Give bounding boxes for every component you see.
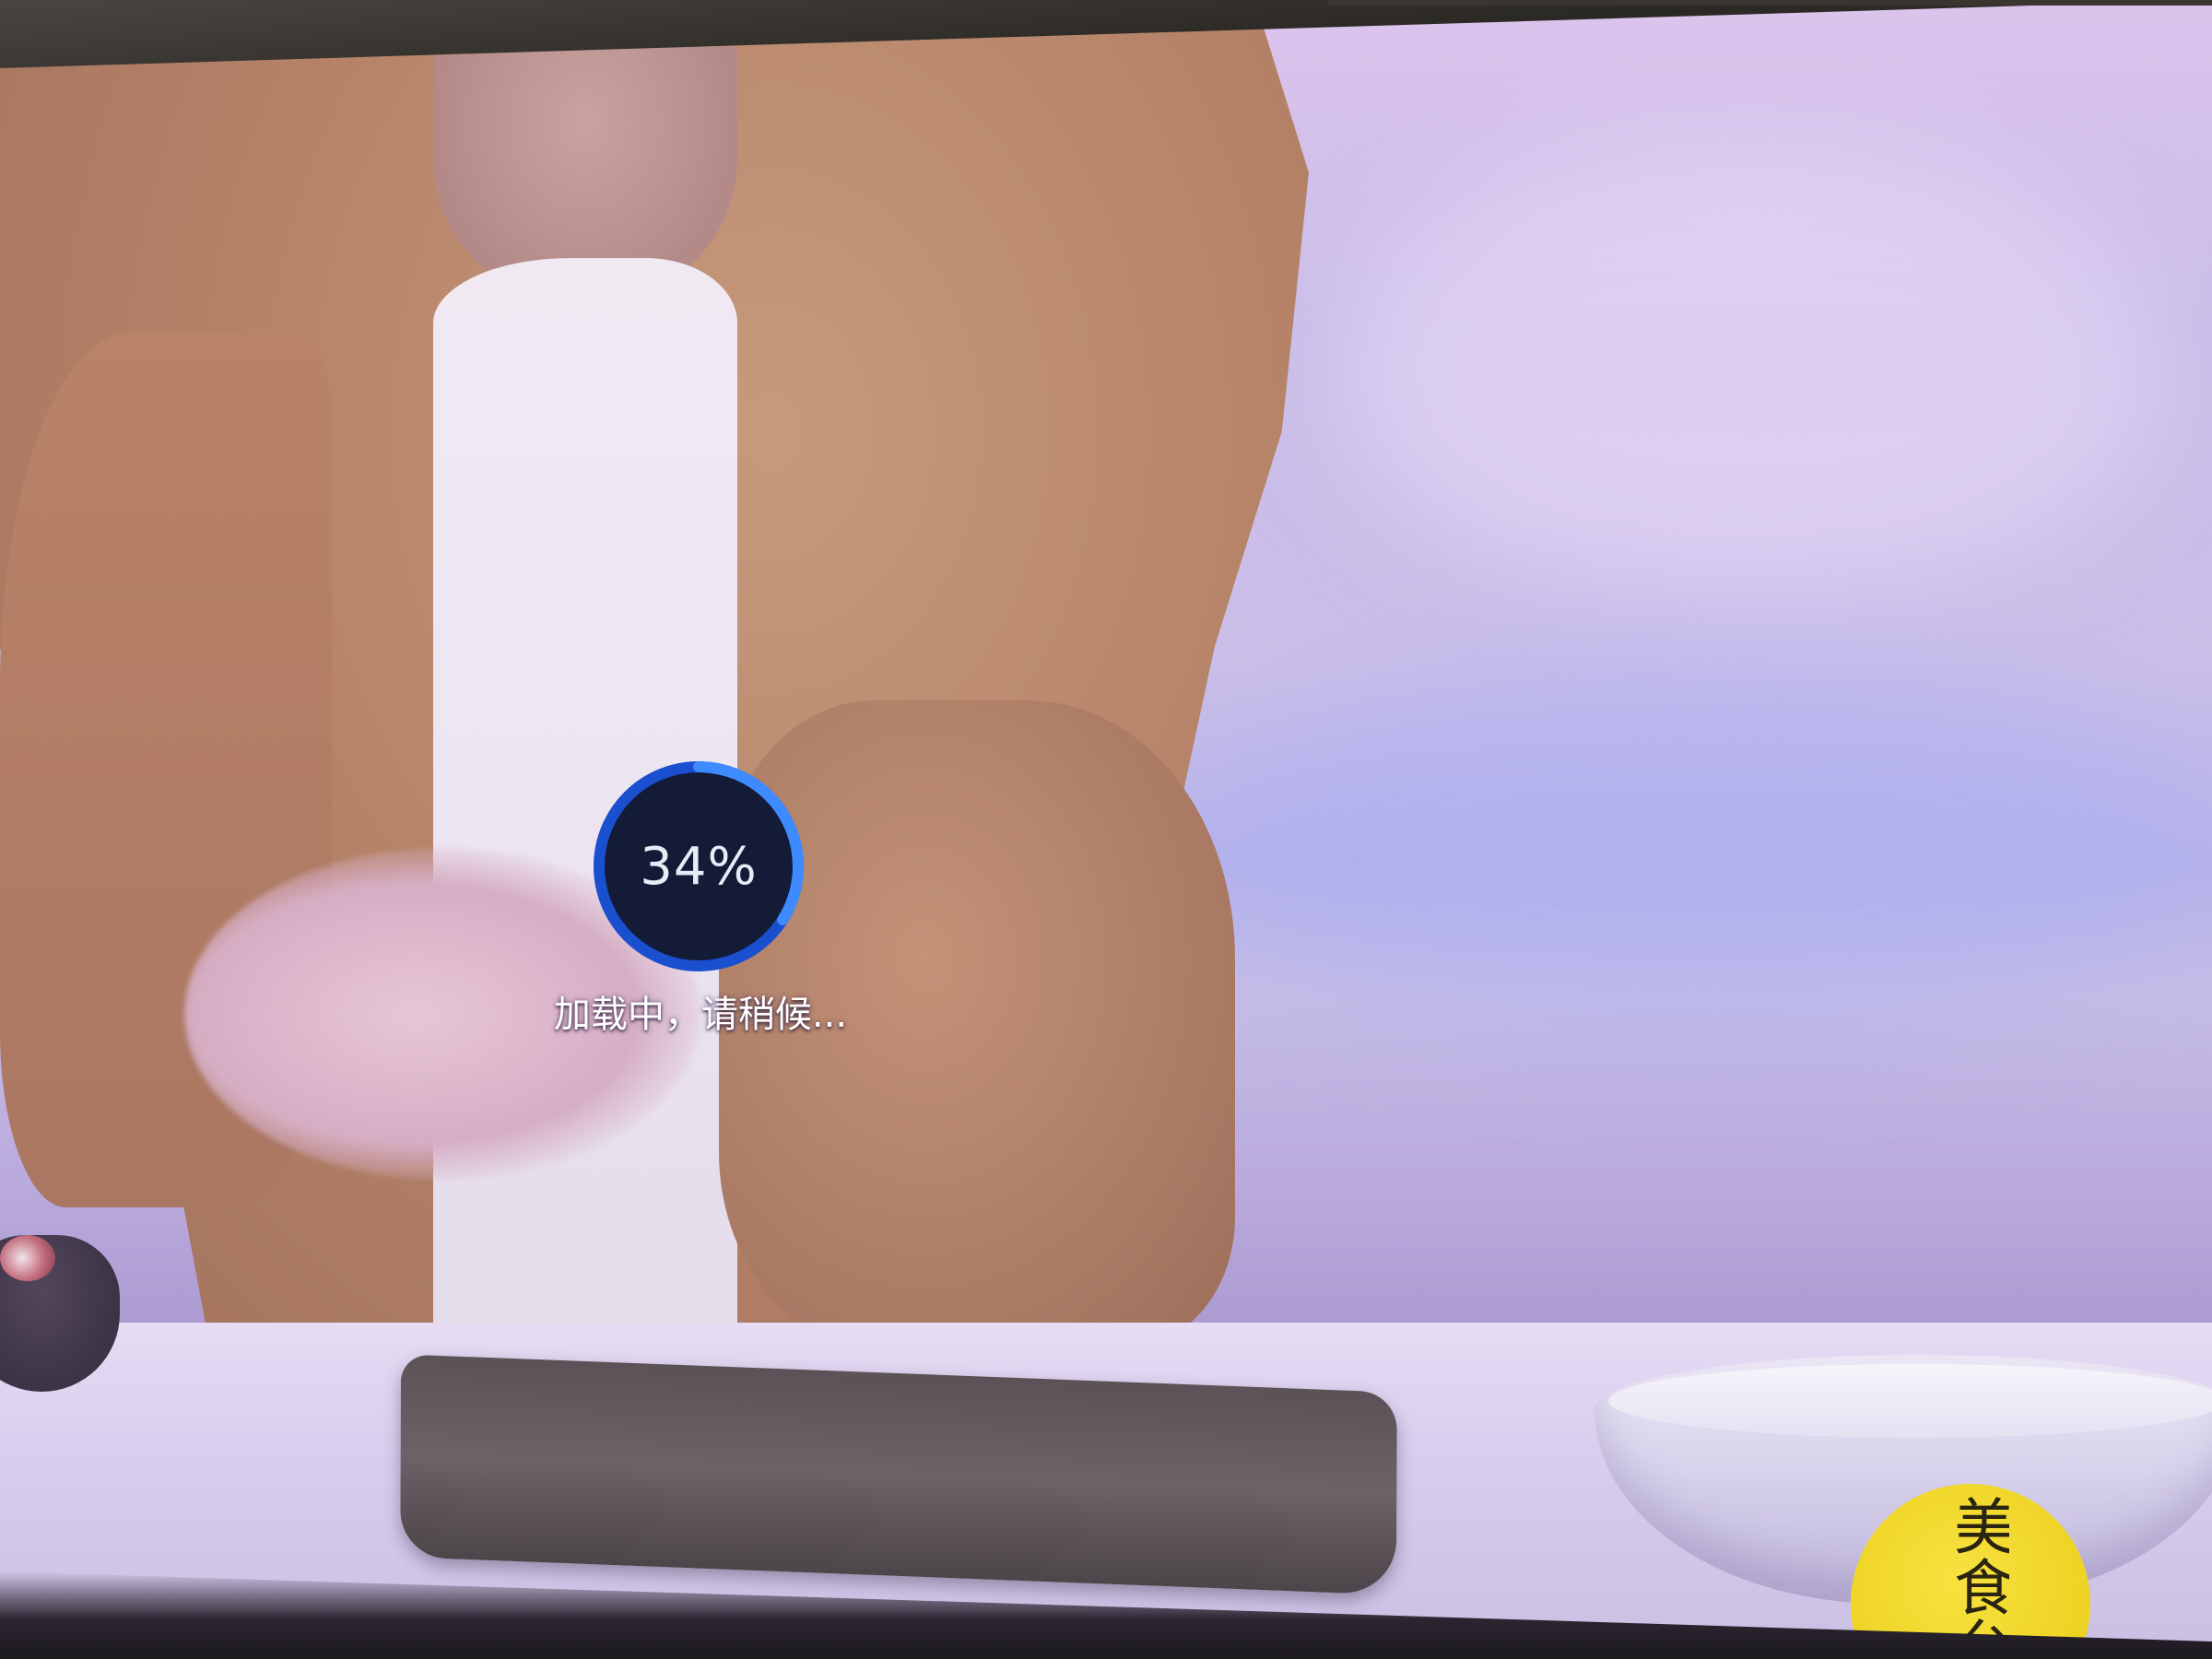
background-glow	[1336, 138, 2166, 599]
tv-screen: 34% 加载中，请稍候... 美食台	[0, 0, 2212, 1659]
loading-message: 加载中，请稍候...	[553, 994, 848, 1036]
white-bowl-rim	[1608, 1364, 2212, 1438]
loading-percent: 34%	[640, 836, 758, 897]
tv-top-bezel-edge	[1327, 0, 2212, 6]
background-glow	[1198, 645, 2212, 1032]
loading-spinner: 34%	[588, 756, 809, 977]
bowl-food	[0, 1235, 55, 1281]
cutting-board	[400, 1354, 1397, 1595]
